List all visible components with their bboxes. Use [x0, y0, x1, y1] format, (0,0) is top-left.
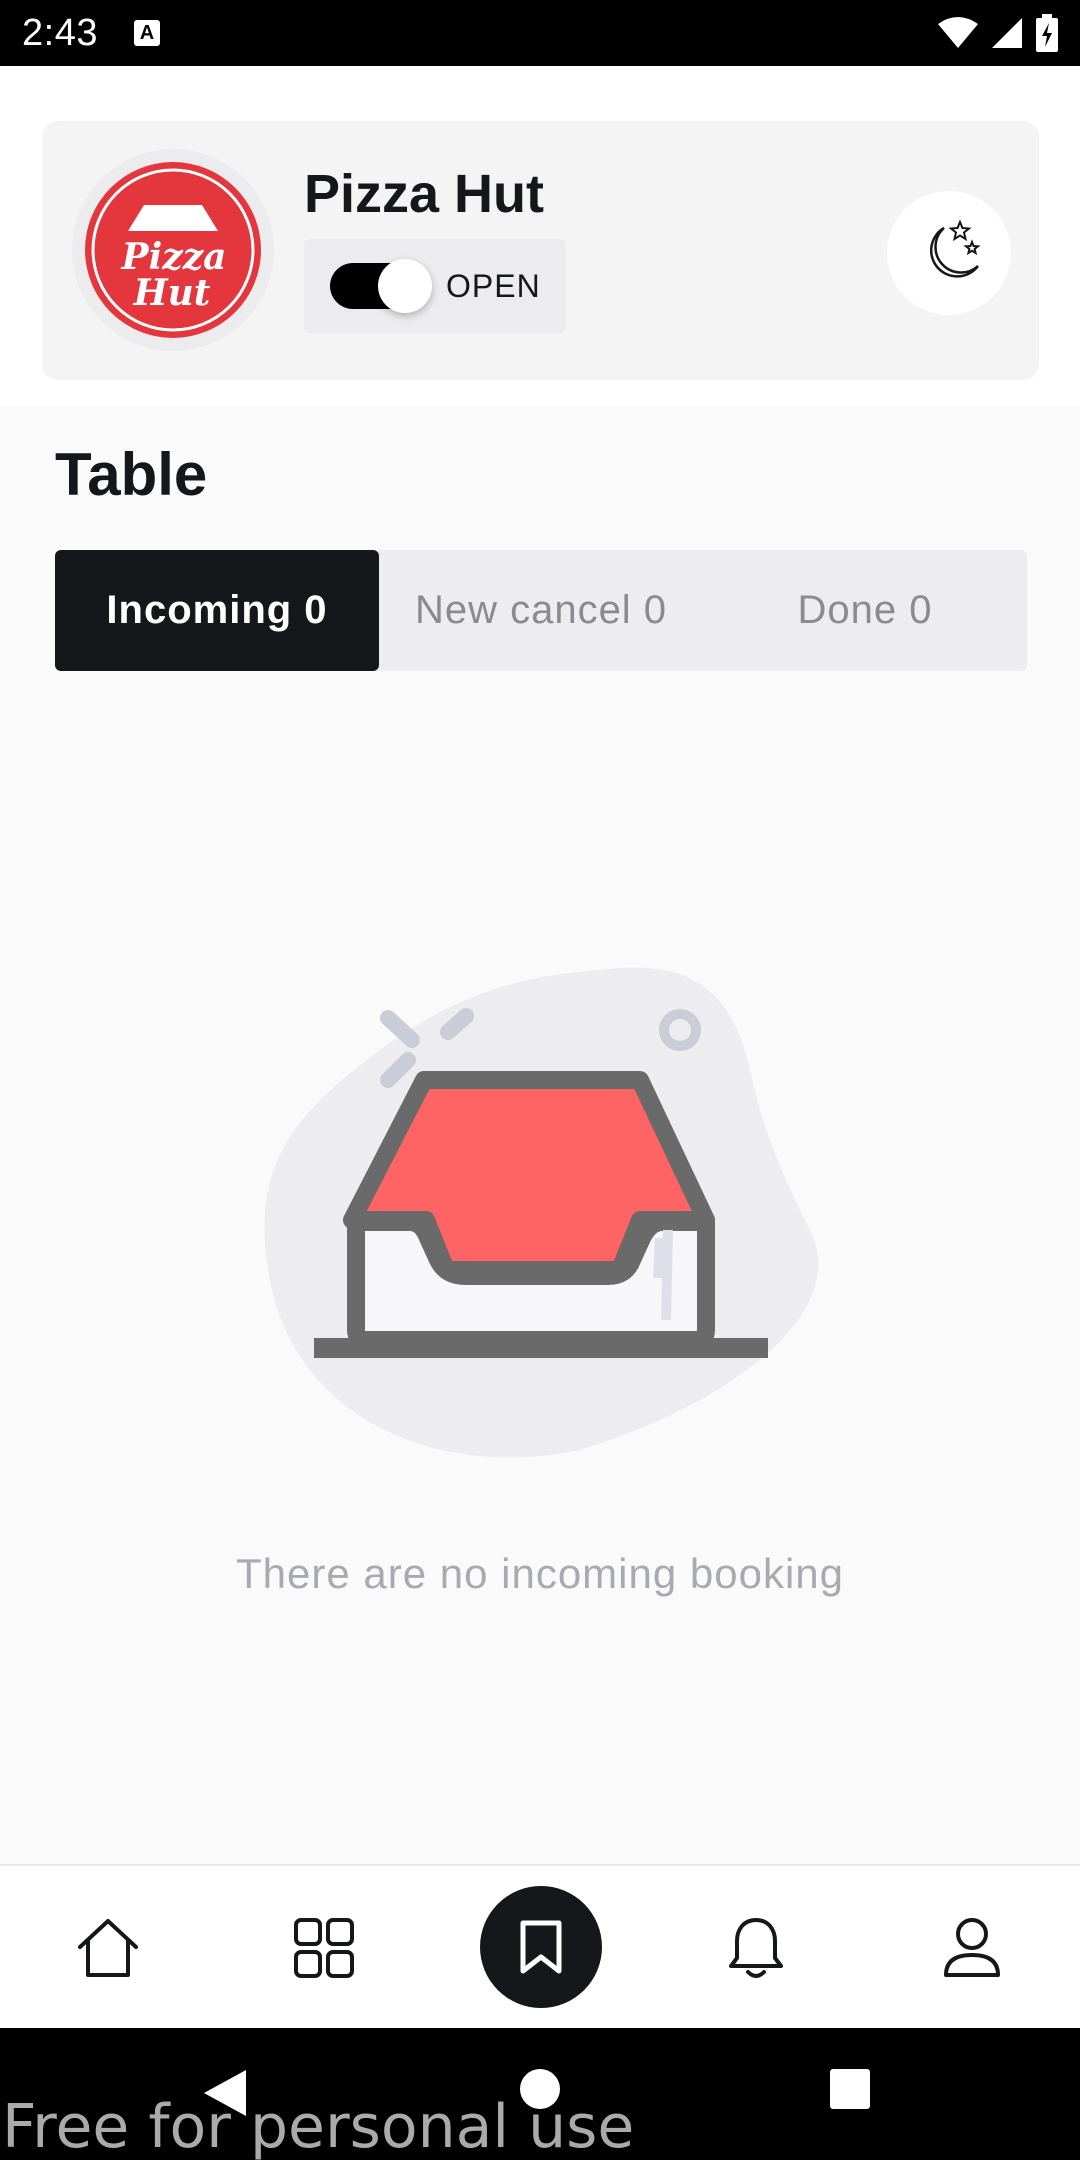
nav-home[interactable] [48, 1866, 168, 2030]
page-title: Table [55, 441, 208, 508]
nav-profile[interactable] [912, 1866, 1032, 2030]
wifi-icon [938, 17, 978, 48]
toggle-label: OPEN [446, 267, 541, 304]
nav-notifications[interactable] [696, 1866, 816, 2030]
nav-grid[interactable] [264, 1866, 384, 2030]
toggle-knob [378, 259, 432, 313]
tab-done[interactable]: Done 0 [703, 550, 1027, 671]
pizza-hut-logo-icon: Pizza Hut [85, 162, 261, 338]
profile-icon [944, 1918, 1000, 1977]
bottom-nav [0, 1864, 1080, 2028]
recents-icon[interactable] [829, 2068, 871, 2110]
store-logo: Pizza Hut [72, 149, 274, 351]
empty-inbox-icon [264, 967, 819, 1458]
bell-icon [729, 1918, 783, 1978]
tab-incoming[interactable]: Incoming 0 [55, 550, 379, 671]
open-toggle[interactable]: OPEN [304, 239, 566, 333]
logo-text-hut: Hut [133, 272, 211, 314]
bookmark-icon [520, 1920, 562, 1974]
toggle-switch[interactable] [330, 259, 432, 313]
grid-icon [294, 1918, 354, 1978]
night-mode-button[interactable] [887, 191, 1011, 315]
tab-new-cancel[interactable]: New cancel 0 [379, 550, 703, 671]
home-icon [78, 1919, 138, 1977]
booking-tabs: Incoming 0 New cancel 0 Done 0 [55, 550, 1027, 671]
moon-stars-icon [930, 219, 981, 278]
a-badge-icon: A [133, 20, 160, 46]
signal-icon [992, 18, 1022, 48]
store-name: Pizza Hut [304, 164, 545, 224]
status-bar: 2:43 A [0, 0, 1080, 66]
watermark: Free for personal use [2, 2092, 635, 2160]
nav-bookings[interactable] [480, 1886, 602, 2008]
battery-icon [1036, 14, 1058, 52]
store-header-card: Pizza Hut Pizza Hut OPEN [42, 121, 1039, 380]
empty-state-message: There are no incoming booking [235, 1550, 845, 1597]
status-time: 2:43 [22, 11, 98, 54]
